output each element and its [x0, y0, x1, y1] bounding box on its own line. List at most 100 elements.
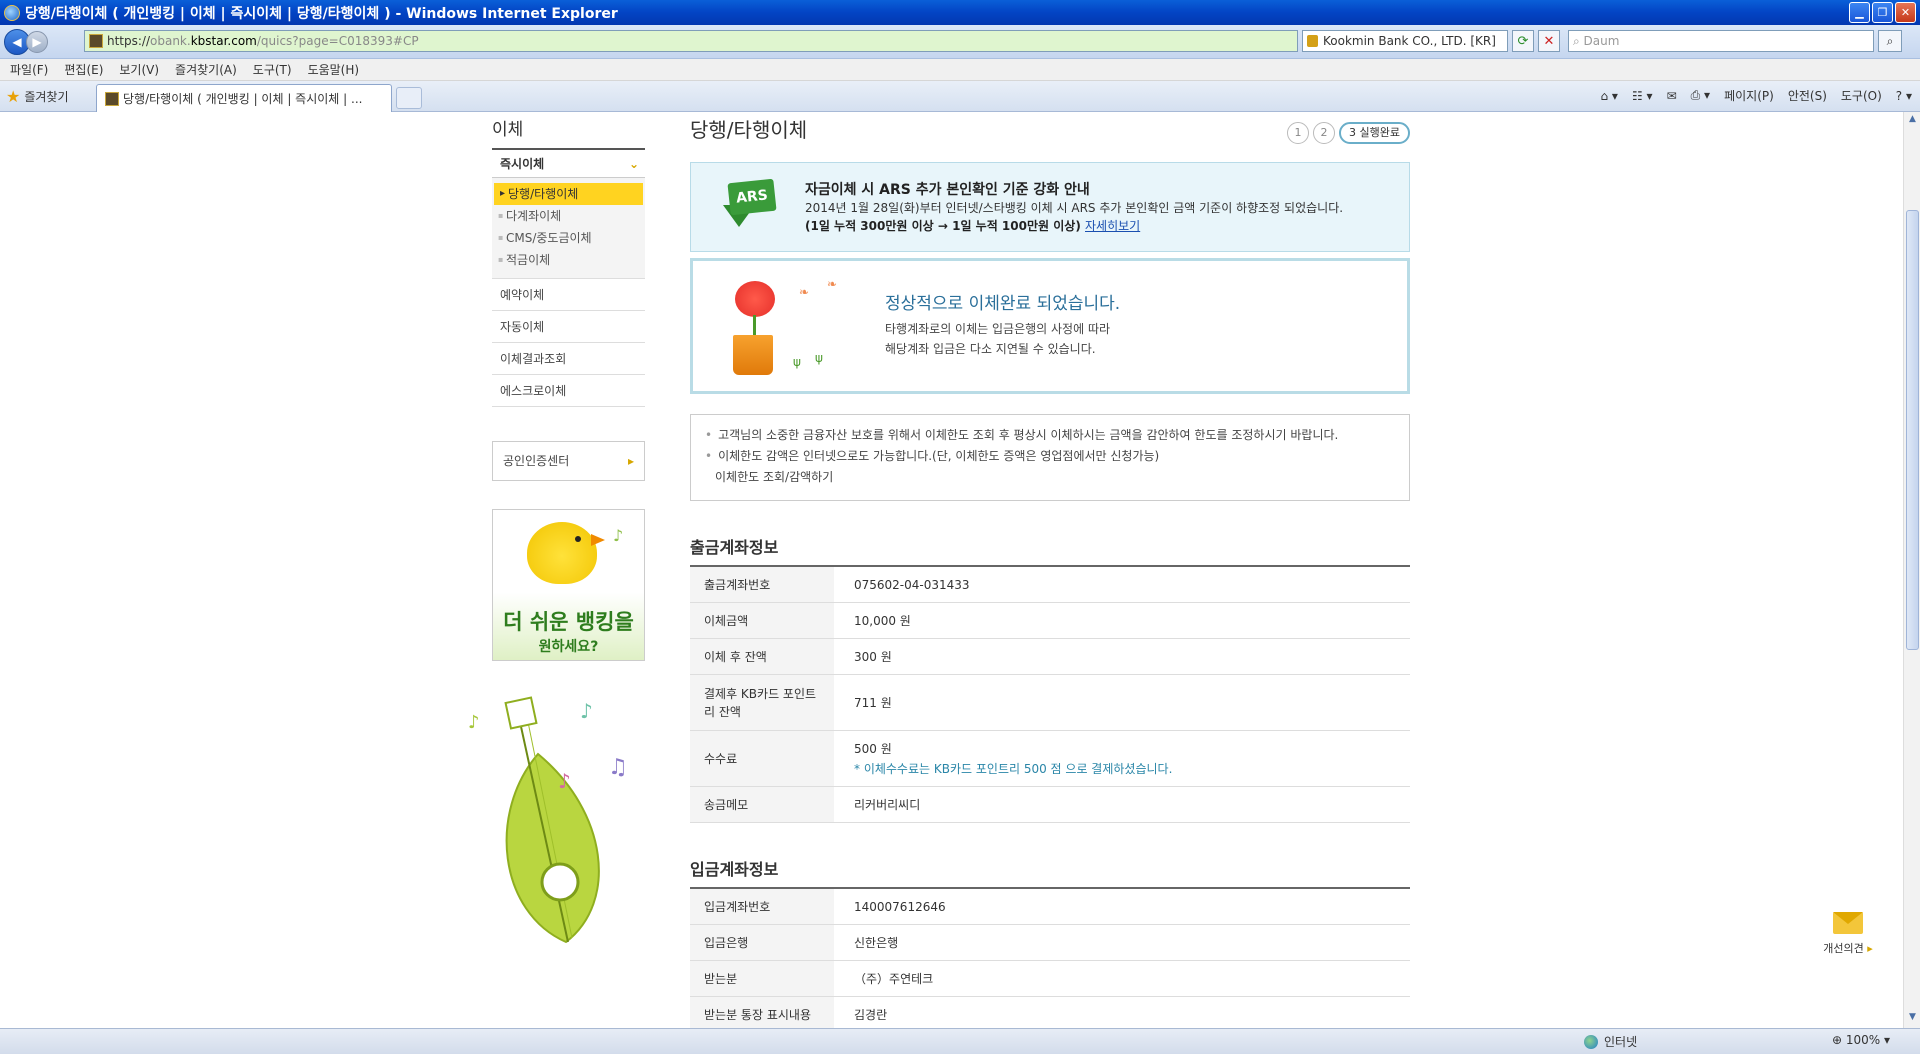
- search-input[interactable]: ⌕ Daum: [1568, 30, 1874, 52]
- url-input[interactable]: https://obank. kbstar.com/quics?page=C018…: [84, 30, 1298, 52]
- forward-button[interactable]: ▶: [26, 30, 48, 53]
- notice-more-link[interactable]: 자세히보기: [1085, 219, 1140, 233]
- page-content: 이체 즉시이체 ⌄ 당행/타행이체 다계좌이체 CMS/중도금이체 적금이체 예…: [0, 112, 1903, 1028]
- table-row: 결제후 KB카드 포인트리 잔액 711 원: [690, 675, 1410, 731]
- feedback-button[interactable]: 개선의견 ▸: [1822, 912, 1874, 956]
- lnb-sub-item-cms[interactable]: CMS/중도금이체: [492, 227, 645, 249]
- security-zone[interactable]: 인터넷: [1584, 1033, 1637, 1050]
- leaf-guitar-illustration: ♪ ♪ ♫ ♪: [468, 696, 628, 944]
- lnb-section-label: 즉시이체: [500, 157, 545, 171]
- complete-body: 타행계좌로의 이체는 입금은행의 사정에 따라 해당계좌 입금은 다소 지연될 …: [885, 319, 1110, 359]
- new-tab-button[interactable]: [396, 87, 422, 109]
- zoom-icon: ⊕: [1832, 1033, 1846, 1047]
- ars-notice-box: ARS 자금이체 시 ARS 추가 본인확인 기준 강화 안내 2014년 1월…: [690, 162, 1410, 252]
- menu-file[interactable]: 파일(F): [10, 61, 48, 78]
- url-scheme: https://: [107, 34, 151, 48]
- certificate-badge[interactable]: Kookmin Bank CO., LTD. [KR]: [1302, 30, 1508, 52]
- lnb-sub-item-multi-account[interactable]: 다계좌이체: [492, 205, 645, 227]
- menu-help[interactable]: 도움말(H): [308, 61, 360, 78]
- scroll-up-arrow-icon[interactable]: ▲: [1906, 114, 1919, 128]
- zoom-level: 100%: [1845, 1033, 1881, 1047]
- command-bar: ⌂ ▾ ☷ ▾ ✉ ⎙ ▾ 페이지(P) 안전(S) 도구(O) ? ▾: [1601, 87, 1913, 104]
- notice-criteria-text: (1일 누적 300만원 이상 → 1일 누적 100만원 이상): [805, 219, 1081, 233]
- lnb-item-reserved-transfer[interactable]: 예약이체: [492, 279, 645, 311]
- arrow-right-icon: ▸: [627, 454, 634, 468]
- tab-bar: ★ 즐겨찾기 당행/타행이체 ( 개인뱅킹 | 이체 | 즉시이체 | ... …: [0, 81, 1920, 112]
- petal-icon: ❧: [799, 285, 810, 299]
- row-value: 10,000 원: [854, 614, 911, 628]
- url-path: /quics?page=C018393#CP: [256, 34, 419, 48]
- help-icon[interactable]: ? ▾: [1896, 89, 1912, 103]
- svg-text:♪: ♪: [580, 699, 593, 723]
- tab-active[interactable]: 당행/타행이체 ( 개인뱅킹 | 이체 | 즉시이체 | ...: [96, 84, 392, 112]
- feeds-icon[interactable]: ☷ ▾: [1632, 89, 1653, 103]
- notice-body: 2014년 1월 28일(화)부터 인터넷/스타뱅킹 이체 시 ARS 추가 본…: [805, 201, 1344, 215]
- stop-button[interactable]: ✕: [1538, 30, 1560, 52]
- cert-center-label: 공인인증센터: [503, 454, 570, 468]
- info-line-2-text: 이체한도 감액은 인터넷으로도 가능합니다.(단, 이체한도 증액은 영업점에서…: [718, 449, 1160, 463]
- search-icon: ⌕: [1573, 33, 1584, 48]
- safety-menu[interactable]: 안전(S): [1788, 87, 1827, 104]
- url-subdomain: obank.: [150, 34, 191, 48]
- search-go-button[interactable]: ⌕: [1878, 30, 1902, 52]
- menu-bar: 파일(F) 편집(E) 보기(V) 즐겨찾기(A) 도구(T) 도움말(H): [0, 59, 1920, 81]
- refresh-button[interactable]: ⟳: [1512, 30, 1534, 52]
- lnb-section-instant-transfer[interactable]: 즉시이체 ⌄: [492, 148, 645, 178]
- url-host: kbstar.com: [190, 34, 257, 48]
- favorites-label: 즐겨찾기: [24, 89, 69, 104]
- tab-title: 당행/타행이체 ( 개인뱅킹 | 이체 | 즉시이체 | ...: [123, 92, 363, 106]
- lnb-item-escrow[interactable]: 에스크로이체: [492, 375, 645, 407]
- lnb-sub-item-same-other-bank[interactable]: 당행/타행이체: [494, 183, 643, 205]
- complete-line-1: 타행계좌로의 이체는 입금은행의 사정에 따라: [885, 322, 1111, 336]
- tools-menu[interactable]: 도구(O): [1841, 87, 1882, 104]
- limit-inquiry-link[interactable]: 이체한도 조회/감액하기: [705, 467, 1395, 488]
- home-icon[interactable]: ⌂ ▾: [1601, 89, 1618, 103]
- step-3-complete: 3 실행완료: [1339, 122, 1410, 144]
- row-value: 리커버리씨디: [854, 798, 921, 812]
- row-value: 신한은행: [854, 936, 899, 950]
- status-bar: 인터넷 ⊕ 100% ▾: [0, 1028, 1920, 1054]
- address-toolbar: ◀ ▶ https://obank. kbstar.com/quics?page=…: [0, 25, 1920, 59]
- menu-view[interactable]: 보기(V): [119, 61, 159, 78]
- withdraw-info-table: 출금계좌번호 075602-04-031433 이체금액 10,000 원 이체…: [690, 565, 1410, 823]
- row-value: 711 원: [854, 696, 892, 710]
- table-row: 이체금액 10,000 원: [690, 603, 1410, 639]
- info-line-1: • 고객님의 소중한 금융자산 보호를 위해서 이체한도 조회 후 평상시 이체하…: [705, 425, 1395, 446]
- print-icon[interactable]: ⎙ ▾: [1691, 88, 1710, 103]
- row-label: 입금은행: [690, 925, 834, 960]
- easy-banking-banner[interactable]: ♪ 더 쉬운 뱅킹을 원하세요?: [492, 509, 645, 661]
- table-row: 입금은행 신한은행: [690, 925, 1410, 961]
- maximize-button[interactable]: ❐: [1872, 2, 1893, 23]
- minimize-button[interactable]: ▁: [1849, 2, 1870, 23]
- scroll-down-arrow-icon[interactable]: ▼: [1906, 1012, 1919, 1026]
- scrollbar-thumb[interactable]: [1906, 210, 1919, 650]
- lnb-item-transfer-result[interactable]: 이체결과조회: [492, 343, 645, 375]
- svg-text:♫: ♫: [608, 755, 628, 780]
- withdraw-section-title: 출금계좌정보: [690, 538, 779, 557]
- svg-text:♪: ♪: [558, 769, 571, 793]
- menu-favorites[interactable]: 즐겨찾기(A): [175, 61, 237, 78]
- row-label: 이체 후 잔액: [690, 639, 834, 674]
- ars-badge: ARS: [727, 178, 777, 216]
- window-titlebar: 당행/타행이체 ( 개인뱅킹 | 이체 | 즉시이체 | 당행/타행이체 ) -…: [0, 0, 1920, 25]
- mail-icon[interactable]: ✉: [1667, 89, 1677, 103]
- favorites-button[interactable]: ★ 즐겨찾기: [6, 87, 69, 106]
- vertical-scrollbar[interactable]: ▲ ▼: [1903, 112, 1920, 1028]
- menu-edit[interactable]: 편집(E): [64, 61, 103, 78]
- ie-logo-icon: [4, 4, 20, 21]
- info-line-2: • 이체한도 감액은 인터넷으로도 가능합니다.(단, 이체한도 증액은 영업점에…: [705, 446, 1395, 467]
- page-menu[interactable]: 페이지(P): [1724, 87, 1774, 104]
- search-placeholder: Daum: [1583, 34, 1620, 48]
- lnb-item-auto-transfer[interactable]: 자동이체: [492, 311, 645, 343]
- table-row: 출금계좌번호 075602-04-031433: [690, 567, 1410, 603]
- cert-center-link[interactable]: 공인인증센터 ▸: [492, 441, 645, 481]
- bird-beak: [591, 534, 605, 546]
- lock-icon: [1307, 35, 1318, 47]
- lnb-sub-item-savings[interactable]: 적금이체: [492, 249, 645, 271]
- close-button[interactable]: ✕: [1895, 2, 1916, 23]
- lnb-title: 이체: [492, 120, 524, 140]
- zoom-control[interactable]: ⊕ 100% ▾: [1832, 1033, 1890, 1047]
- menu-tools[interactable]: 도구(T): [253, 61, 292, 78]
- row-value-group: 500 원 * 이체수수료는 KB카드 포인트리 500 점 으로 결제하셨습니…: [834, 731, 1410, 786]
- notice-heading: 자금이체 시 ARS 추가 본인확인 기준 강화 안내: [805, 182, 1090, 198]
